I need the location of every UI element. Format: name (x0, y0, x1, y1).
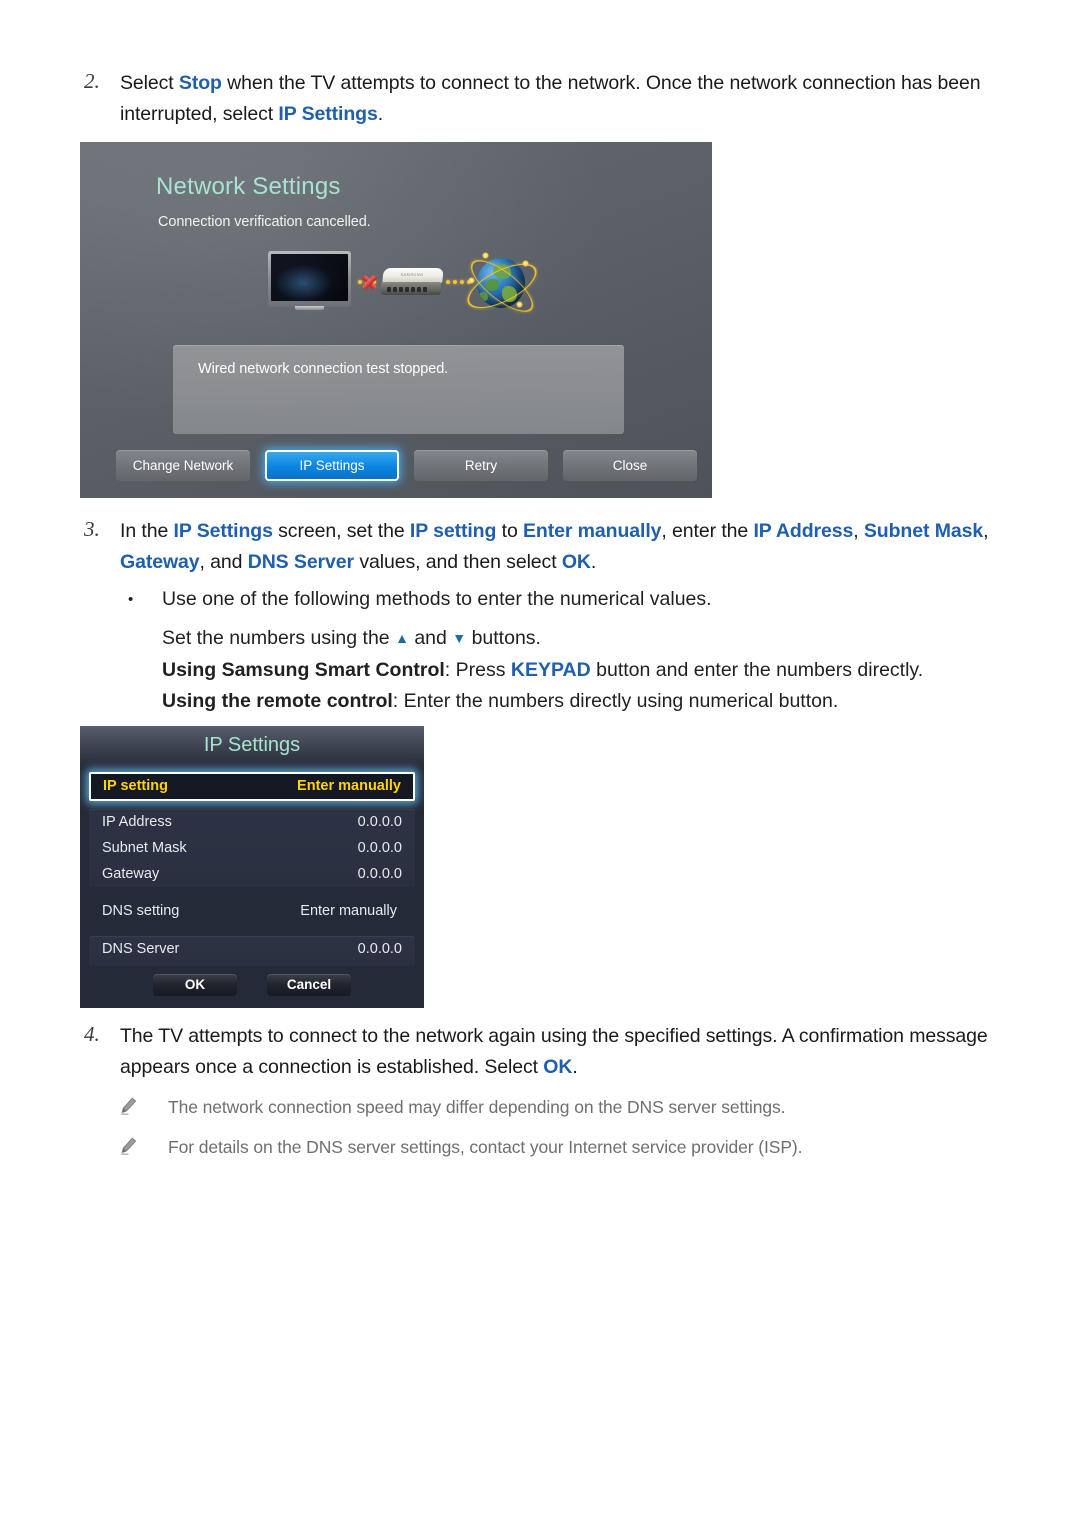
x-mark-icon (360, 273, 378, 291)
gateway-label: Gateway (102, 866, 160, 882)
ip-settings-button[interactable]: IP Settings (265, 450, 399, 481)
cancel-button[interactable]: Cancel (267, 974, 351, 996)
note-text-isp: For details on the DNS server settings, … (168, 1137, 803, 1157)
subnet-mask-value: 0.0.0.0 (357, 840, 402, 856)
bullet-lead-text: Use one of the following methods to ente… (162, 588, 712, 610)
ip-setting-row[interactable]: IP setting Enter manually (89, 772, 415, 801)
gateway-row[interactable]: Gateway 0.0.0.0 (89, 863, 415, 889)
retry-button[interactable]: Retry (414, 450, 548, 481)
dns-setting-row[interactable]: DNS setting Enter manually (89, 900, 415, 926)
network-settings-subtitle: Connection verification cancelled. (158, 214, 371, 230)
methods-bullet-block: • Use one of the following methods to en… (120, 584, 1000, 717)
pencil-icon (120, 1134, 168, 1161)
dns-setting-label: DNS setting (102, 903, 180, 919)
note-row-dns-speed: The network connection speed may differ … (120, 1094, 1000, 1121)
step-2-text: Select Stop when the TV attempts to conn… (120, 72, 981, 125)
step-2-number: 2. (84, 69, 100, 93)
router-icon: SAMSUNG (381, 268, 444, 295)
network-settings-screen-image: Network Settings Connection verification… (80, 142, 712, 498)
ip-settings-button-row: OK Cancel (80, 974, 424, 996)
dns-setting-value: Enter manually (300, 903, 397, 919)
ip-settings-screen-image: IP Settings IP setting Enter manually IP… (80, 726, 424, 1008)
subnet-mask-row[interactable]: Subnet Mask 0.0.0.0 (89, 837, 415, 863)
ip-address-row[interactable]: IP Address 0.0.0.0 (89, 811, 415, 837)
ok-button[interactable]: OK (153, 974, 237, 996)
tv-icon (268, 251, 351, 310)
close-button[interactable]: Close (563, 450, 697, 481)
ip-address-value: 0.0.0.0 (357, 814, 402, 830)
step-3-number: 3. (84, 517, 100, 541)
pencil-icon (120, 1094, 168, 1121)
gateway-value: 0.0.0.0 (357, 866, 402, 882)
step-4-text: The TV attempts to connect to the networ… (120, 1025, 988, 1078)
dns-server-label: DNS Server (102, 941, 180, 957)
dns-server-value: 0.0.0.0 (357, 941, 402, 957)
network-status-message-box: Wired network connection test stopped. (173, 345, 624, 434)
step-3: 3. In the IP Settings screen, set the IP… (80, 516, 1000, 578)
ip-settings-title: IP Settings (203, 734, 301, 756)
ip-setting-label: IP setting (103, 778, 168, 794)
change-network-button[interactable]: Change Network (116, 450, 250, 481)
method-line-remote-control: Using the remote control: Enter the numb… (162, 690, 839, 712)
bullet-dot-icon: • (128, 591, 134, 608)
dns-server-row[interactable]: DNS Server 0.0.0.0 (89, 938, 415, 964)
step-4: 4. The TV attempts to connect to the net… (80, 1021, 1000, 1083)
network-diagram: SAMSUNG (260, 249, 543, 321)
method-line-arrows: Set the numbers using the ▲ and ▼ button… (162, 627, 541, 649)
ip-address-label: IP Address (102, 814, 172, 830)
bullet-lead-row: • Use one of the following methods to en… (120, 584, 1000, 615)
dns-server-group: DNS Server 0.0.0.0 (89, 936, 415, 966)
step-3-text: In the IP Settings screen, set the IP se… (120, 520, 989, 573)
step-4-number: 4. (84, 1022, 100, 1046)
network-settings-button-row: Change Network IP Settings Retry Close (116, 450, 697, 481)
network-settings-title: Network Settings (156, 173, 341, 200)
subnet-mask-label: Subnet Mask (102, 840, 187, 856)
ip-address-group: IP Address 0.0.0.0 Subnet Mask 0.0.0.0 G… (89, 809, 415, 887)
step-2: 2. Select Stop when the TV attempts to c… (80, 68, 1000, 130)
globe-icon (461, 249, 543, 321)
network-status-message: Wired network connection test stopped. (198, 361, 449, 377)
router-brand-label: SAMSUNG (400, 272, 424, 277)
method-line-smart-control: Using Samsung Smart Control: Press KEYPA… (162, 659, 924, 681)
ip-setting-value: Enter manually (297, 778, 401, 794)
note-row-isp: For details on the DNS server settings, … (120, 1134, 1000, 1161)
note-text-dns-speed: The network connection speed may differ … (168, 1097, 786, 1117)
